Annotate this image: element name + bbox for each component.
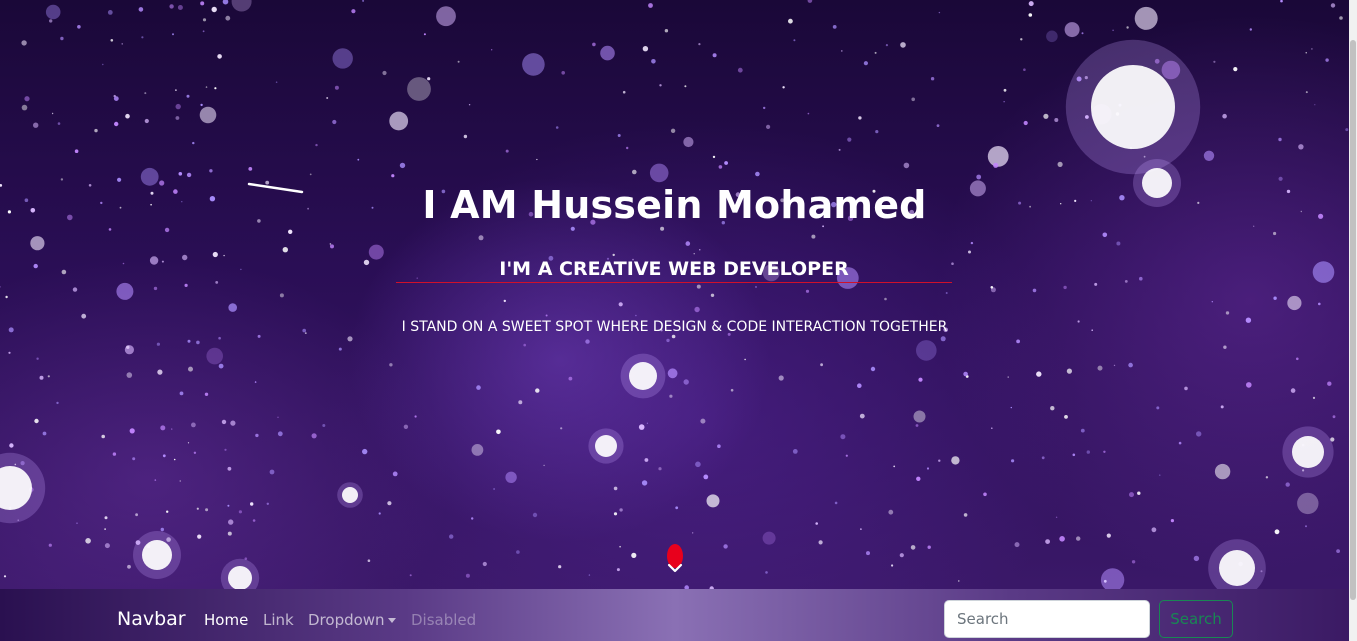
chevron-down-icon — [667, 563, 683, 573]
navbar-brand[interactable]: Navbar — [117, 608, 186, 630]
nav-link-disabled: Disabled — [411, 611, 477, 629]
nav-link-home[interactable]: Home — [204, 611, 248, 629]
hero-tagline: I STAND ON A SWEET SPOT WHERE DESIGN & C… — [401, 319, 948, 335]
caret-down-icon — [387, 618, 396, 623]
nav-dropdown-toggle[interactable]: Dropdown — [308, 611, 396, 629]
search-input[interactable] — [944, 600, 1150, 638]
nav-dropdown-label: Dropdown — [308, 611, 385, 629]
hero-title: I AM Hussein Mohamed — [422, 183, 927, 227]
starfield-background — [0, 0, 1349, 589]
hero-subtitle: I'M A CREATIVE WEB DEVELOPER — [396, 258, 952, 283]
search-button[interactable]: Search — [1159, 600, 1233, 638]
scrollbar[interactable] — [1349, 0, 1357, 641]
scroll-down-button[interactable] — [666, 544, 684, 578]
hero-section: I AM Hussein Mohamed I'M A CREATIVE WEB … — [0, 0, 1349, 589]
nav-link-link[interactable]: Link — [263, 611, 294, 629]
page: I AM Hussein Mohamed I'M A CREATIVE WEB … — [0, 0, 1357, 641]
scrollbar-thumb[interactable] — [1350, 40, 1356, 600]
